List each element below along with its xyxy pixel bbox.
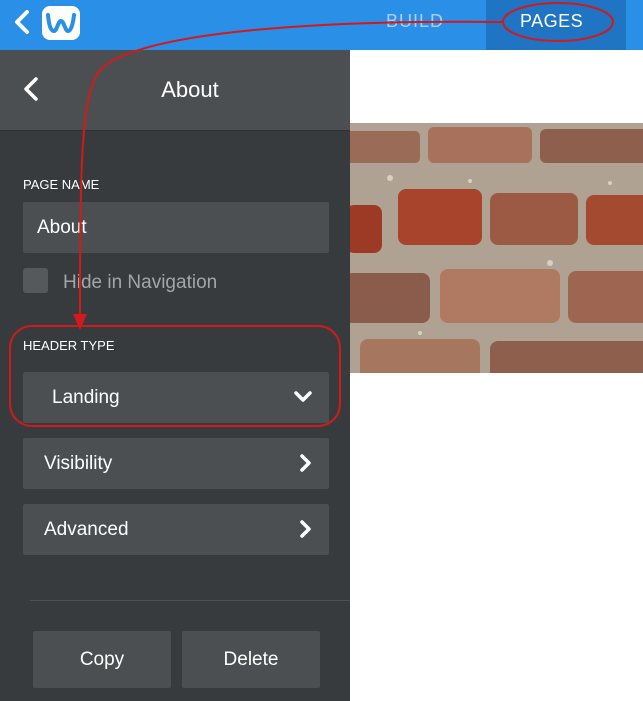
weebly-logo[interactable] bbox=[42, 6, 80, 40]
advanced-row[interactable]: Advanced bbox=[23, 504, 329, 555]
copy-button[interactable]: Copy bbox=[33, 631, 171, 688]
delete-button[interactable]: Delete bbox=[182, 631, 320, 688]
tab-pages[interactable]: PAGES bbox=[486, 0, 626, 50]
chevron-right-icon bbox=[300, 454, 311, 472]
page-name-label: PAGE NAME bbox=[23, 177, 100, 192]
brick-wall-header-image bbox=[350, 123, 643, 373]
top-bar: BUILD PAGES bbox=[0, 0, 643, 50]
hide-in-navigation-checkbox[interactable] bbox=[23, 268, 48, 293]
page-settings-panel: About PAGE NAME Hide in Navigation HEADE… bbox=[0, 50, 350, 701]
header-type-select[interactable]: Landing bbox=[23, 372, 329, 423]
tab-pages-label: PAGES bbox=[520, 11, 584, 31]
header-type-value: Landing bbox=[52, 387, 120, 408]
panel-header: About bbox=[0, 50, 350, 131]
chevron-left-icon[interactable] bbox=[10, 9, 36, 35]
hide-in-navigation-label[interactable]: Hide in Navigation bbox=[63, 272, 217, 294]
header-type-label: HEADER TYPE bbox=[23, 338, 115, 353]
page-name-input[interactable] bbox=[23, 202, 329, 253]
weebly-w-icon bbox=[46, 13, 76, 33]
visibility-label: Visibility bbox=[44, 453, 113, 474]
chevron-down-icon bbox=[294, 391, 312, 402]
advanced-label: Advanced bbox=[44, 519, 129, 540]
divider bbox=[30, 600, 350, 601]
tab-build[interactable]: BUILD bbox=[386, 11, 444, 32]
visibility-row[interactable]: Visibility bbox=[23, 438, 329, 489]
chevron-right-icon bbox=[300, 520, 311, 538]
page-title: About bbox=[161, 77, 219, 102]
